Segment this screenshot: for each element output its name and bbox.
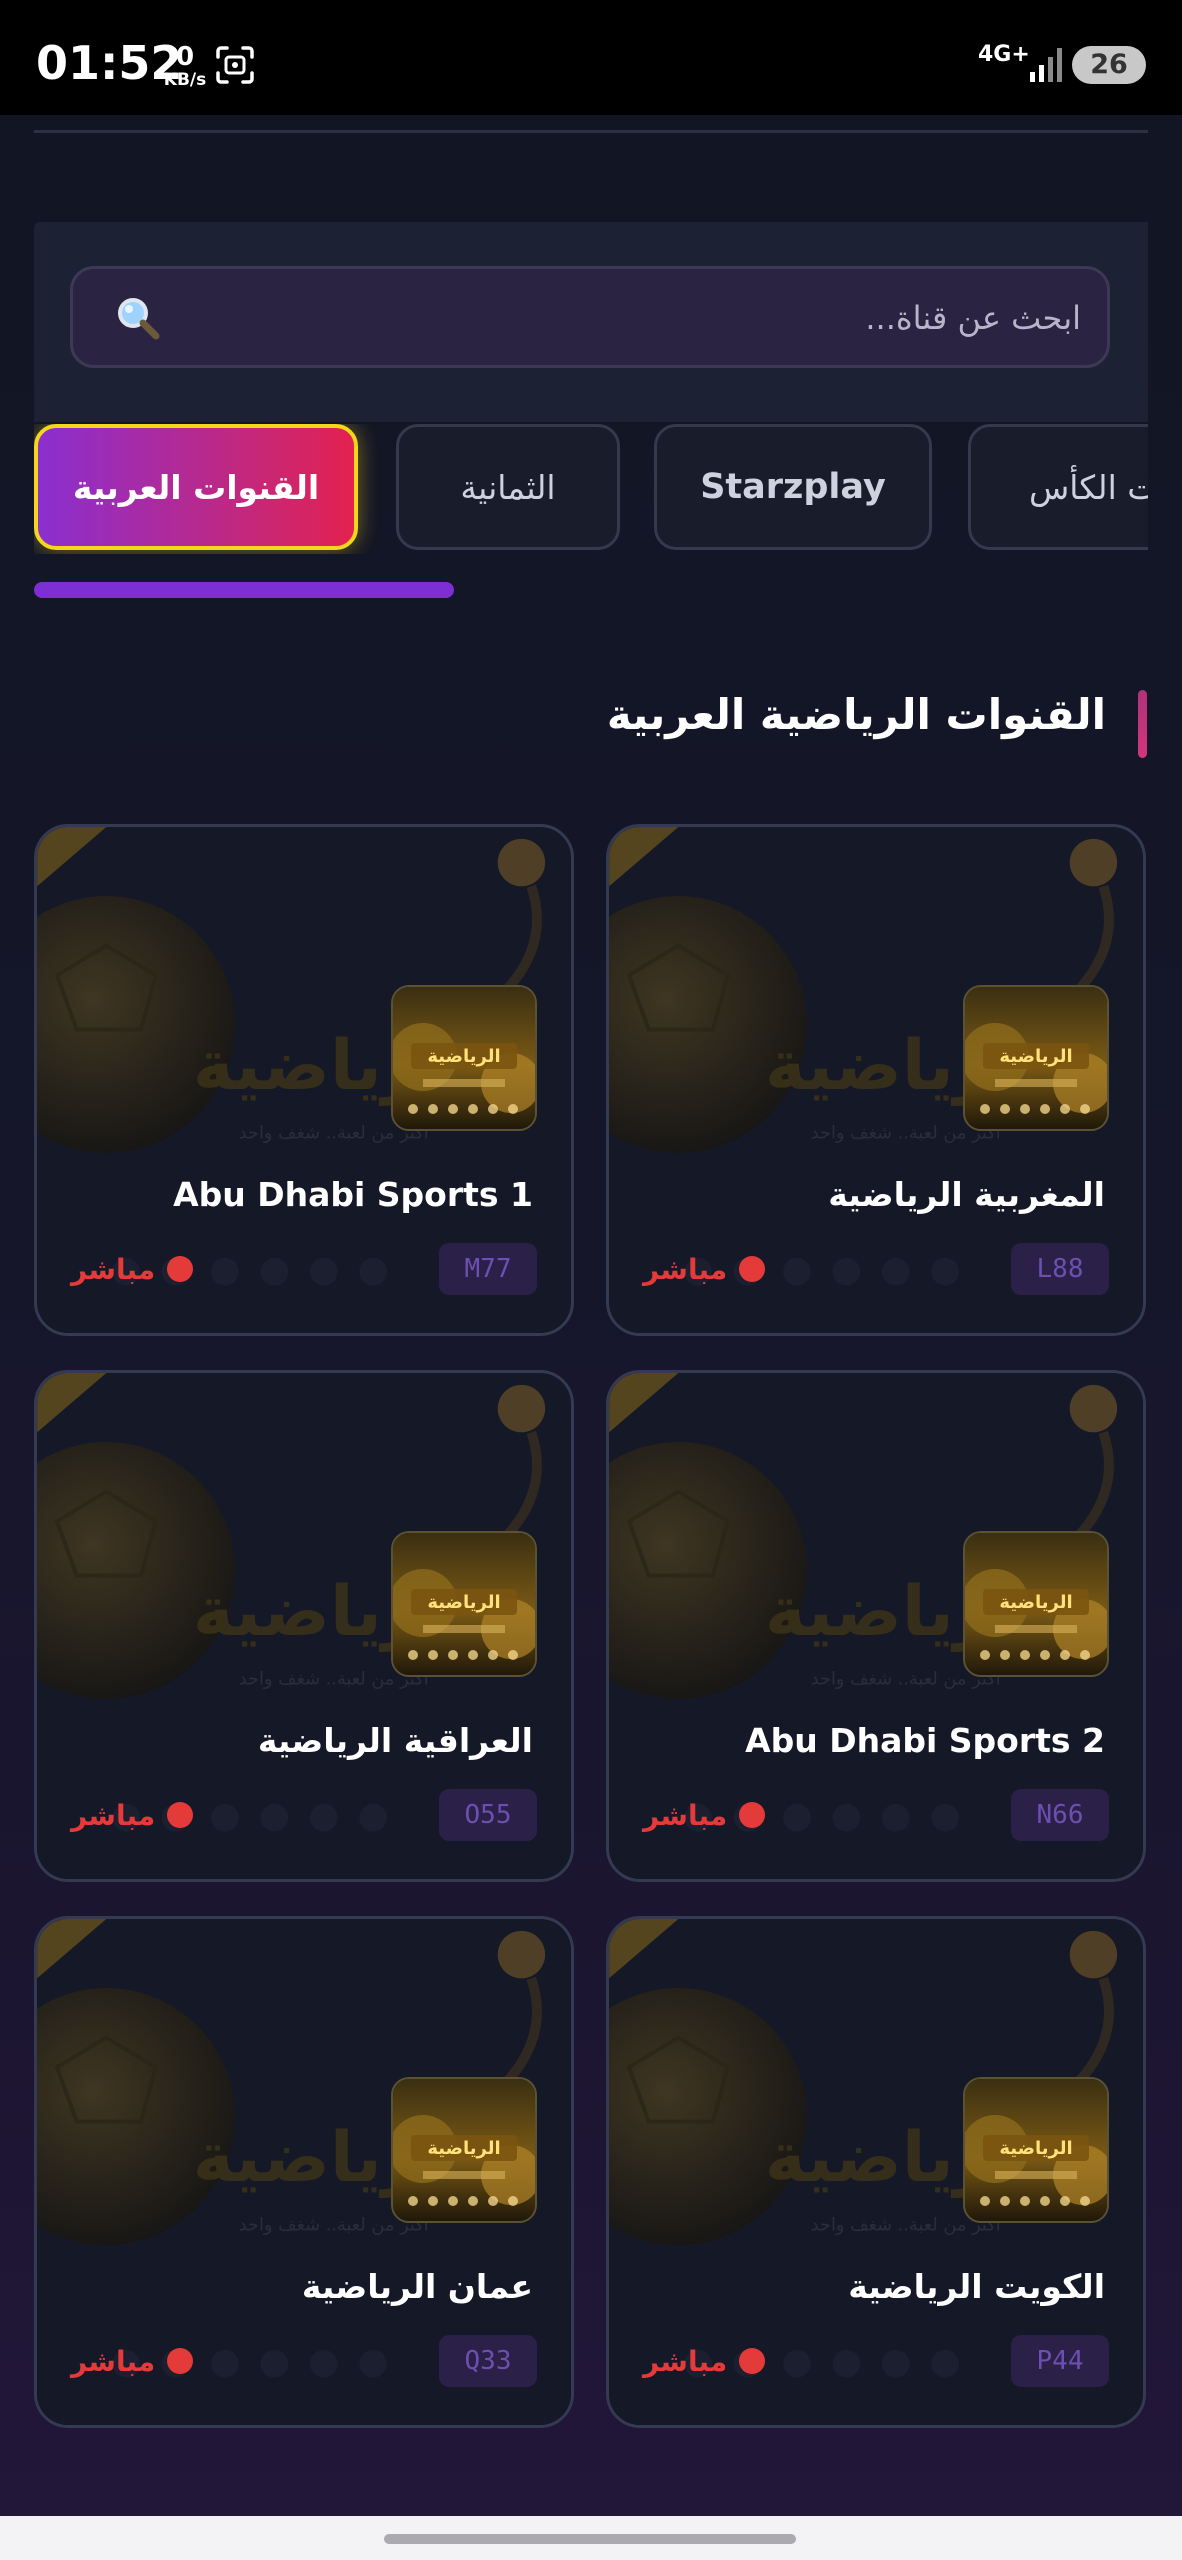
live-label: مباشر xyxy=(643,1798,728,1832)
section-title: القنوات الرياضية العربية xyxy=(606,690,1106,739)
channel-card[interactable]: العراقية الرياضية O55 مباشر xyxy=(34,1370,574,1882)
channel-card[interactable]: الكويت الرياضية P44 مباشر xyxy=(606,1916,1146,2428)
live-label: مباشر xyxy=(71,1798,156,1832)
channel-code: P44 xyxy=(1011,2335,1109,2387)
live-dot-icon xyxy=(739,1802,766,1828)
tab-label: الثمانية xyxy=(460,467,556,507)
live-label: مباشر xyxy=(71,1252,156,1286)
channel-name: الكويت الرياضية xyxy=(848,2267,1105,2306)
channel-logo xyxy=(391,985,537,1131)
channel-card[interactable]: عمان الرياضية Q33 مباشر xyxy=(34,1916,574,2428)
live-indicator: مباشر xyxy=(71,1247,194,1291)
tab-thmanyah[interactable]: الثمانية xyxy=(396,424,620,550)
screenshot-icon xyxy=(216,46,254,84)
signal-icon xyxy=(1030,48,1062,82)
live-indicator: مباشر xyxy=(643,1793,766,1837)
live-indicator: مباشر xyxy=(643,2339,766,2383)
live-dot-icon xyxy=(167,1256,194,1282)
tab-label: ت الكأس xyxy=(1029,467,1148,507)
channel-logo xyxy=(963,1531,1109,1677)
channel-code: Q33 xyxy=(439,2335,537,2387)
live-label: مباشر xyxy=(71,2344,156,2378)
status-bar: 01:52 0 KB/s 4G+ 26 xyxy=(0,0,1182,115)
channel-name: المغربية الرياضية xyxy=(828,1175,1105,1214)
search-box[interactable] xyxy=(70,266,1110,368)
search-icon[interactable] xyxy=(113,293,161,341)
channel-code: N66 xyxy=(1011,1789,1109,1841)
tab-arabic-channels[interactable]: القنوات العربية xyxy=(34,424,358,550)
channel-logo xyxy=(391,2077,537,2223)
tab-cup-channels[interactable]: ت الكأس xyxy=(968,424,1148,550)
live-label: مباشر xyxy=(643,1252,728,1286)
channel-code: O55 xyxy=(439,1789,537,1841)
tab-starzplay[interactable]: Starzplay xyxy=(654,424,932,550)
channel-logo xyxy=(963,985,1109,1131)
search-input[interactable] xyxy=(183,269,1083,367)
live-dot-icon xyxy=(167,2348,194,2374)
network-type: 4G+ xyxy=(978,42,1030,67)
section-title-accent xyxy=(1138,690,1147,758)
tab-label: Starzplay xyxy=(700,467,886,507)
live-label: مباشر xyxy=(643,2344,728,2378)
search-panel xyxy=(34,222,1148,422)
tab-label: القنوات العربية xyxy=(72,467,320,507)
channel-name: العراقية الرياضية xyxy=(257,1721,533,1760)
live-indicator: مباشر xyxy=(643,1247,766,1291)
network-speed: 0 KB/s xyxy=(160,44,210,89)
channel-logo xyxy=(391,1531,537,1677)
live-indicator: مباشر xyxy=(71,2339,194,2383)
divider xyxy=(34,130,1148,133)
channel-code: M77 xyxy=(439,1243,537,1295)
channel-name: Abu Dhabi Sports 2 xyxy=(745,1721,1105,1760)
network-speed-unit: KB/s xyxy=(163,70,207,90)
channel-name: عمان الرياضية xyxy=(301,2267,533,2306)
live-dot-icon xyxy=(739,2348,766,2374)
channel-card[interactable]: Abu Dhabi Sports 2 N66 مباشر xyxy=(606,1370,1146,1882)
tabs-scroll-indicator xyxy=(34,582,454,598)
live-indicator: مباشر xyxy=(71,1793,194,1837)
category-tabs: القنوات العربية الثمانية Starzplay ت الك… xyxy=(34,424,1148,554)
home-gesture-handle[interactable] xyxy=(384,2534,796,2544)
channel-card[interactable]: Abu Dhabi Sports 1 M77 مباشر xyxy=(34,824,574,1336)
channel-code: L88 xyxy=(1011,1243,1109,1295)
channel-logo xyxy=(963,2077,1109,2223)
network-speed-value: 0 xyxy=(175,42,195,72)
system-navigation-bar xyxy=(0,2516,1182,2560)
channel-name: Abu Dhabi Sports 1 xyxy=(173,1175,533,1214)
live-dot-icon xyxy=(167,1802,194,1828)
live-dot-icon xyxy=(739,1256,766,1282)
battery-indicator: 26 xyxy=(1072,46,1146,84)
channel-card[interactable]: المغربية الرياضية L88 مباشر xyxy=(606,824,1146,1336)
